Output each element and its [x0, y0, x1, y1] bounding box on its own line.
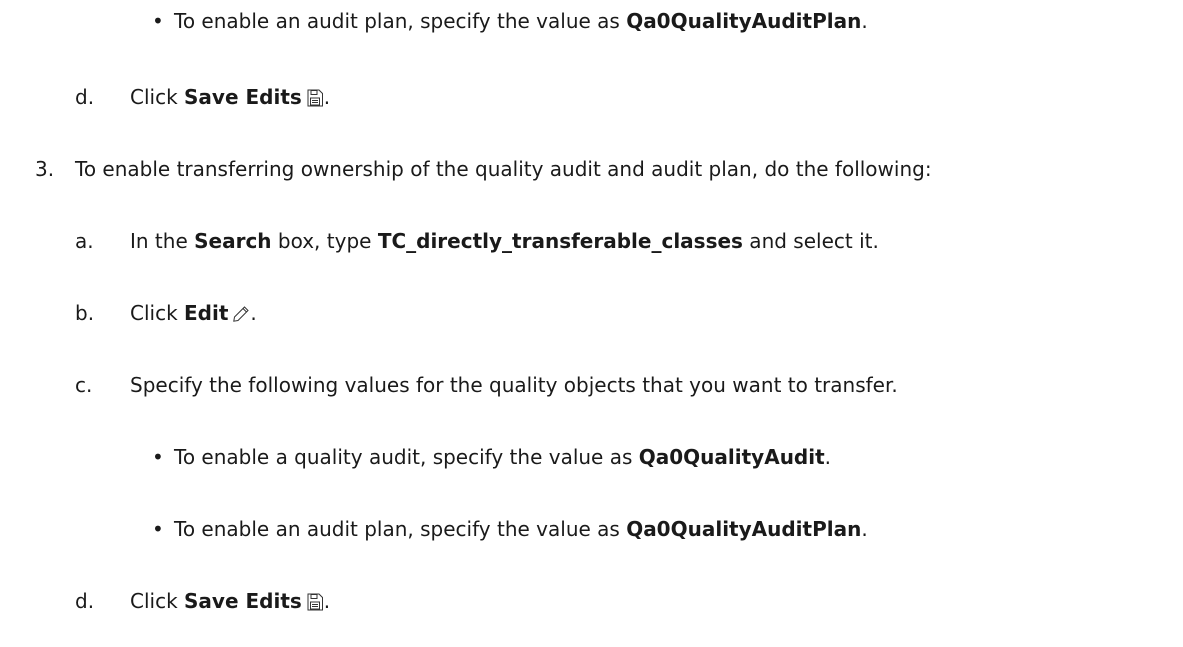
step-item: Click Save Edits.	[130, 85, 330, 109]
item-text: To enable a quality audit, specify the v…	[174, 445, 639, 469]
bullet-marker: •	[152, 517, 164, 541]
item-text: .	[824, 445, 832, 469]
item-text: In the	[130, 229, 195, 253]
item-bold: Edit	[184, 301, 229, 325]
item-text: .	[323, 85, 331, 109]
save-icon	[306, 593, 324, 611]
item-text: Click	[130, 301, 185, 325]
item-text: To enable an audit plan, specify the val…	[174, 9, 627, 33]
item-bold: Search	[194, 229, 272, 253]
bullet-item: To enable a quality audit, specify the v…	[174, 445, 831, 469]
step-marker: d.	[75, 589, 95, 613]
item-bold: Qa0QualityAudit	[638, 445, 825, 469]
step-number: 3.	[35, 157, 55, 181]
item-text: .	[861, 517, 868, 541]
pencil-icon	[232, 305, 250, 323]
bullet-item: To enable an audit plan, specify the val…	[174, 517, 868, 541]
item-bold: Save Edits	[184, 589, 302, 613]
item-text: Click	[130, 85, 185, 109]
step-marker: a.	[75, 229, 94, 253]
step-marker: c.	[75, 373, 93, 397]
item-bold: Qa0QualityAuditPlan	[626, 517, 862, 541]
item-text: Specify the following values for the qua…	[130, 373, 898, 397]
item-text: box, type	[271, 229, 378, 253]
step-heading: To enable transferring ownership of the …	[75, 157, 932, 181]
save-icon	[306, 89, 324, 107]
bullet-marker: •	[152, 445, 164, 469]
step-item: In the Search box, type TC_directly_tran…	[130, 229, 879, 253]
bullet-item: To enable an audit plan, specify the val…	[174, 9, 868, 33]
bullet-marker: •	[152, 9, 164, 33]
item-text: .	[861, 9, 868, 33]
step-item: Specify the following values for the qua…	[130, 373, 898, 397]
step-item: Click Edit.	[130, 301, 257, 325]
step-marker: d.	[75, 85, 95, 109]
item-text: To enable an audit plan, specify the val…	[174, 517, 627, 541]
step-marker: b.	[75, 301, 95, 325]
item-text: .	[323, 589, 331, 613]
item-text: .	[250, 301, 257, 325]
item-text: and select it.	[742, 229, 879, 253]
step-item: Click Save Edits.	[130, 589, 330, 613]
item-text: Click	[130, 589, 185, 613]
item-bold: TC_directly_transferable_classes	[377, 229, 743, 253]
item-bold: Qa0QualityAuditPlan	[626, 9, 862, 33]
item-text: To enable transferring ownership of the …	[75, 157, 932, 181]
item-bold: Save Edits	[184, 85, 302, 109]
